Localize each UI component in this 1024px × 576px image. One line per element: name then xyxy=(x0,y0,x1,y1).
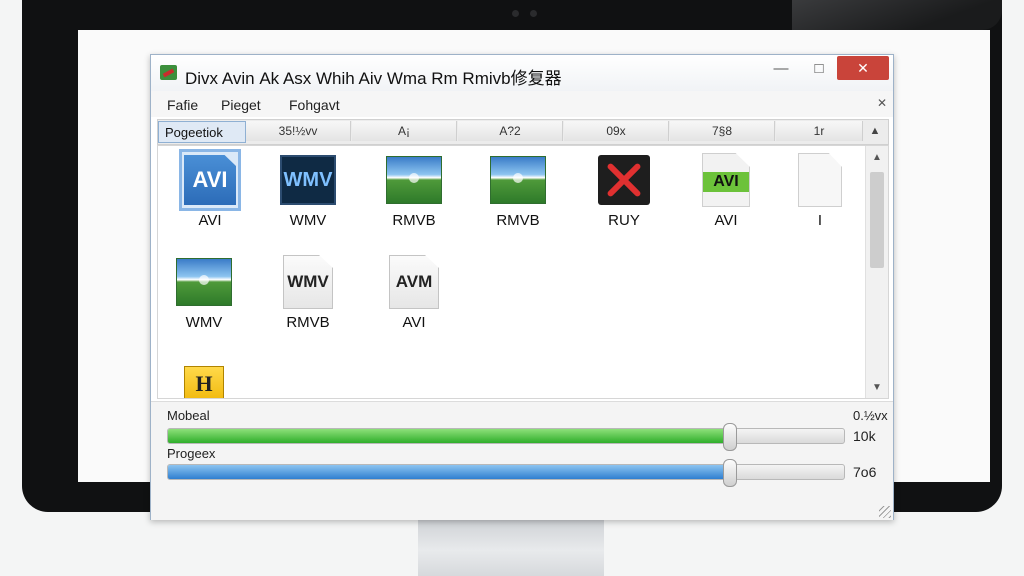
file-item[interactable]: AVI AVI xyxy=(676,146,776,242)
file-label: WMV xyxy=(185,314,223,331)
file-label: RMVB xyxy=(286,314,330,331)
file-item[interactable]: WMV RMVB xyxy=(258,248,358,344)
file-label: RUY xyxy=(608,212,640,229)
file-list-pane: AVI AVI WMV WMV RMVB RMVB RUY AVI AVI I … xyxy=(157,145,889,399)
chevron-down-icon[interactable]: ▼ xyxy=(866,378,888,396)
menu-item-edit[interactable]: Pieget xyxy=(221,97,261,113)
title-bar[interactable]: Divx Avin Ak Asx Whih Aiv Wma Rm Rmivb修复… xyxy=(151,55,893,91)
slider-value-top: 0.½vx xyxy=(853,408,888,423)
resize-grip-icon[interactable] xyxy=(879,506,891,518)
mode-slider[interactable] xyxy=(167,423,845,451)
column-header-bar: Pogeetiok 35!½vv A¡ A?2 09x 7§8 1r ▲ xyxy=(157,119,889,145)
column-header[interactable]: A¡ xyxy=(352,121,457,141)
minimize-button[interactable]: — xyxy=(769,56,793,80)
file-label: AVI xyxy=(714,212,738,229)
webcam-dot xyxy=(512,10,519,17)
file-thumb: WMV xyxy=(280,152,336,208)
slider-label-mode: Mobeal xyxy=(167,408,210,423)
column-header[interactable]: A?2 xyxy=(458,121,563,141)
landscape-video-icon xyxy=(490,156,546,204)
maximize-button[interactable]: □ xyxy=(805,56,833,80)
column-header[interactable]: 09x xyxy=(564,121,669,141)
file-thumb xyxy=(386,152,442,208)
menu-item-file[interactable]: Fafie xyxy=(167,97,198,113)
avi-icon-label: AVI xyxy=(703,172,749,192)
progress-value: 7o6 xyxy=(853,464,877,480)
file-thumb: AVI xyxy=(179,149,241,211)
menu-close-icon[interactable]: ✕ xyxy=(877,96,887,110)
file-label: AVI xyxy=(198,212,222,229)
monitor-stand xyxy=(418,512,604,576)
file-label: RMVB xyxy=(496,212,540,229)
bottom-panel: Mobeal 0.½vx 10k Progeex 7o6 xyxy=(151,401,893,520)
file-item[interactable]: AVM AVI xyxy=(364,248,464,344)
column-header-position[interactable]: Pogeetiok xyxy=(158,121,246,143)
file-item[interactable]: RMVB xyxy=(468,146,568,242)
vertical-scrollbar[interactable]: ▲ ▼ xyxy=(865,146,888,398)
menu-item-format[interactable]: Fohgavt xyxy=(289,97,340,113)
file-item[interactable]: RUY xyxy=(574,146,674,242)
mode-slider-handle[interactable] xyxy=(723,423,738,451)
progress-slider-fill xyxy=(168,465,730,479)
file-thumb: H xyxy=(176,356,232,398)
webcam-lens xyxy=(530,10,537,17)
scrollbar-thumb[interactable] xyxy=(870,172,884,268)
file-thumb: AVI xyxy=(698,152,754,208)
broken-file-icon xyxy=(598,155,650,205)
h-file-icon: H xyxy=(184,366,224,398)
landscape-video-icon xyxy=(386,156,442,204)
file-item[interactable]: WMV WMV xyxy=(258,146,358,242)
progress-slider-handle[interactable] xyxy=(723,459,738,487)
column-header[interactable]: 35!½vv xyxy=(246,121,351,141)
landscape-video-icon xyxy=(176,258,232,306)
column-header[interactable]: 7§8 xyxy=(670,121,775,141)
file-item[interactable]: RMVB xyxy=(364,146,464,242)
window-title: Divx Avin Ak Asx Whih Aiv Wma Rm Rmivb修复… xyxy=(185,69,562,88)
slider-label-progress: Progeex xyxy=(167,446,216,461)
file-item[interactable]: I xyxy=(770,146,870,242)
file-item[interactable]: AVI AVI xyxy=(160,146,260,242)
file-thumb xyxy=(176,254,232,310)
file-thumb: WMV xyxy=(280,254,336,310)
chevron-up-icon[interactable]: ▲ xyxy=(866,148,888,166)
file-label: RMVB xyxy=(392,212,436,229)
progress-slider[interactable] xyxy=(167,459,845,487)
wmv-video-icon: WMV xyxy=(280,155,336,205)
file-thumb: AVM xyxy=(386,254,442,310)
app-logo-icon xyxy=(160,65,177,80)
file-thumb xyxy=(490,152,546,208)
avm-file-icon: AVM xyxy=(389,255,439,309)
file-thumb xyxy=(792,152,848,208)
chevron-up-icon[interactable]: ▲ xyxy=(866,122,884,140)
column-header[interactable]: 1r xyxy=(776,121,863,141)
file-thumb xyxy=(596,152,652,208)
slider-value: 10k xyxy=(853,428,876,444)
file-label: AVI xyxy=(402,314,426,331)
file-label: WMV xyxy=(289,212,327,229)
menu-bar: Fafie Pieget Fohgavt ✕ xyxy=(151,91,893,117)
blank-file-icon xyxy=(798,153,842,207)
avi-file-icon: AVI xyxy=(184,155,236,205)
app-window: Divx Avin Ak Asx Whih Aiv Wma Rm Rmivb修复… xyxy=(150,54,894,520)
avi-green-file-icon: AVI xyxy=(702,153,750,207)
mode-slider-fill xyxy=(168,429,730,443)
wmv-file-icon: WMV xyxy=(283,255,333,309)
bezel-glare xyxy=(792,0,1002,30)
close-button[interactable]: ✕ xyxy=(837,56,889,80)
file-item[interactable]: WMV xyxy=(158,248,254,344)
file-item[interactable]: H xyxy=(158,350,254,398)
file-label: I xyxy=(817,212,823,229)
